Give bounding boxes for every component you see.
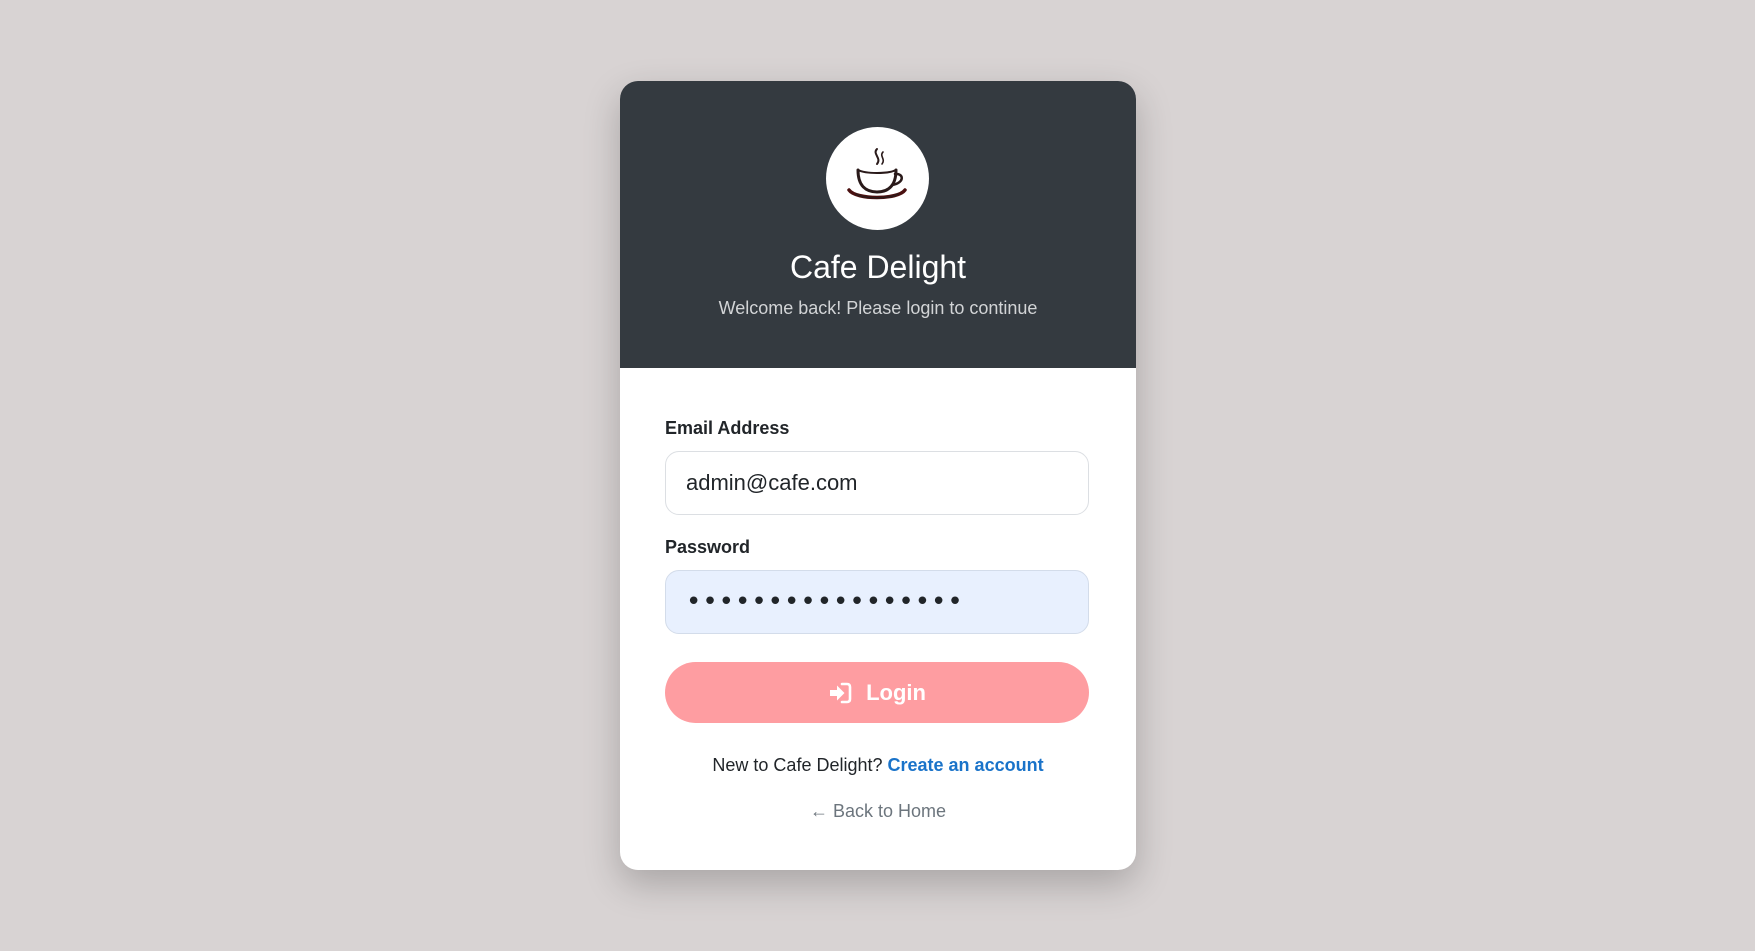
login-card: Cafe Delight Welcome back! Please login … [620,81,1136,870]
sign-in-icon [828,682,852,704]
signup-prompt: New to Cafe Delight? [712,755,883,775]
card-header: Cafe Delight Welcome back! Please login … [620,81,1136,368]
email-field[interactable] [665,451,1089,515]
welcome-subtitle: Welcome back! Please login to continue [718,298,1038,318]
login-button[interactable]: Login [665,662,1089,723]
password-label: Password [665,537,751,557]
brand-title: Cafe Delight [789,249,967,285]
logo [826,127,929,230]
password-field[interactable] [665,570,1089,634]
email-label: Email Address [665,418,790,438]
login-label: Login [866,679,926,705]
signup-line: New to Cafe Delight? Create an account [620,753,1136,777]
back-to-home-link[interactable]: ← Back to Home [620,799,1136,823]
create-account-link[interactable]: Create an account [888,755,1044,775]
